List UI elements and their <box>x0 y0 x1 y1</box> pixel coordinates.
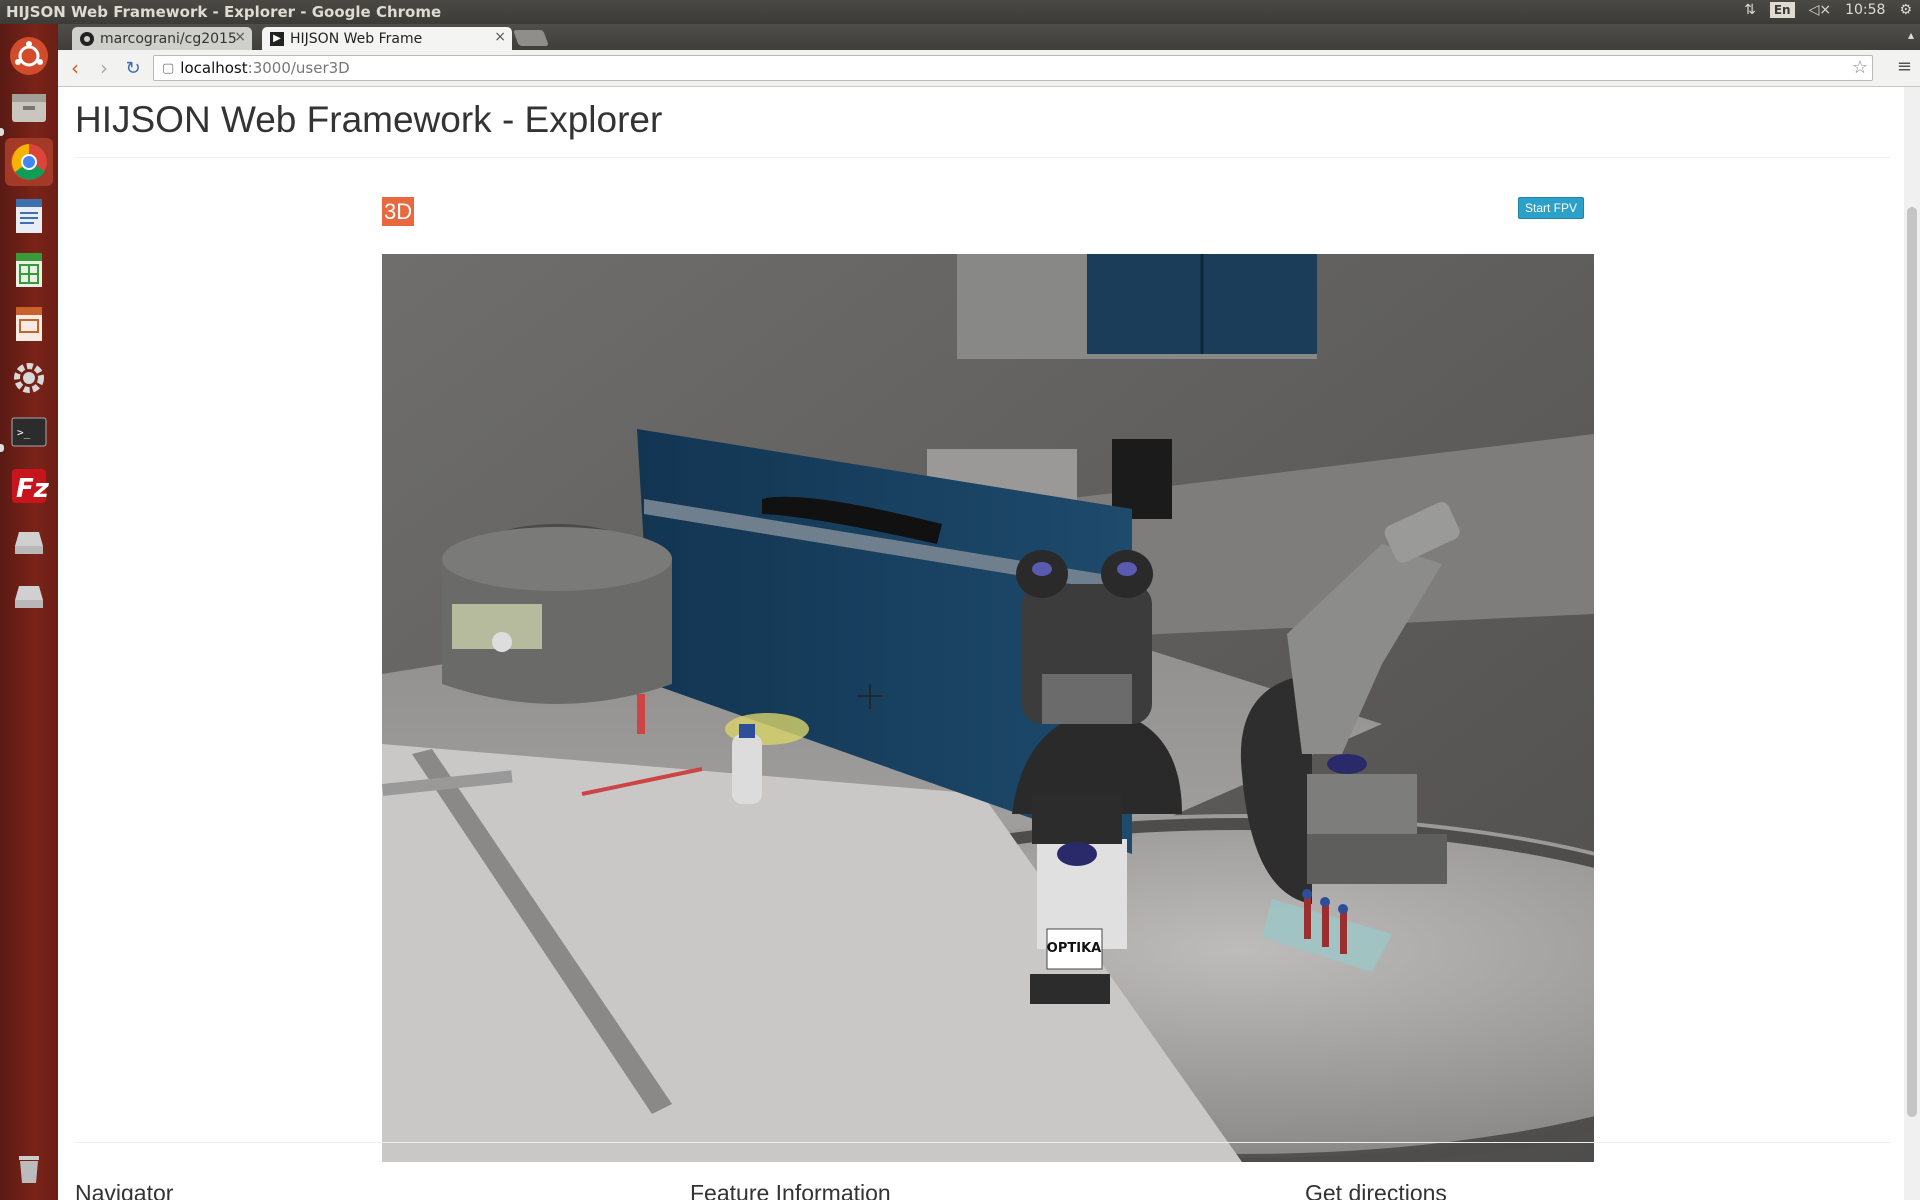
menu-icon[interactable]: ≡ <box>1897 56 1912 77</box>
divider <box>75 157 1891 158</box>
lab-scene-render[interactable]: OPTIKA <box>382 254 1594 1162</box>
drive-icon[interactable] <box>5 516 53 564</box>
launcher: >_ Fz <box>0 24 59 1200</box>
files-icon[interactable] <box>5 84 53 132</box>
gear-icon[interactable]: ⚙ <box>1899 2 1912 18</box>
browser-toolbar: ‹ › ↻ ▢ localhost:3000/user3D ☆ ≡ <box>58 50 1920 87</box>
address-bar[interactable]: ▢ localhost:3000/user3D ☆ <box>153 55 1873 81</box>
svg-text:Fz: Fz <box>16 474 49 504</box>
drive-icon[interactable] <box>5 570 53 618</box>
settings-icon[interactable] <box>5 354 53 402</box>
running-indicator <box>0 444 4 452</box>
close-icon[interactable]: × <box>234 29 246 45</box>
page-favicon-icon: ▶ <box>270 31 284 46</box>
divider <box>75 1142 1891 1143</box>
page-icon: ▢ <box>162 60 175 76</box>
page-title: HIJSON Web Framework - Explorer <box>75 99 663 140</box>
tab-strip: marcograni/cg2015 × ▶ HIJSON Web Frame ×… <box>58 24 1920 50</box>
volume-muted-icon[interactable]: ◁× <box>1809 2 1832 18</box>
impress-icon[interactable] <box>5 300 53 348</box>
ubuntu-dash-icon[interactable] <box>5 32 53 80</box>
tab-label: HIJSON Web Frame <box>290 30 423 47</box>
svg-text:>_: >_ <box>17 426 31 439</box>
window-restore-icon[interactable]: ▴ <box>1908 28 1914 42</box>
start-fpv-button[interactable]: Start FPV <box>1518 197 1585 219</box>
terminal-icon[interactable]: >_ <box>5 408 53 456</box>
forward-icon[interactable]: › <box>92 56 116 80</box>
bookmark-star-icon[interactable]: ☆ <box>1852 57 1868 78</box>
3d-viewport[interactable]: OPTIKA <box>382 254 1594 1162</box>
window-title: HIJSON Web Framework - Explorer - Google… <box>6 3 442 21</box>
scrollbar-thumb[interactable] <box>1907 207 1917 1117</box>
filezilla-icon[interactable]: Fz <box>5 462 53 510</box>
tab-github[interactable]: marcograni/cg2015 × <box>72 27 252 50</box>
view-mode-badge: 3D <box>382 197 415 226</box>
calc-icon[interactable] <box>5 246 53 294</box>
chrome-icon[interactable] <box>5 138 53 186</box>
new-tab-button[interactable] <box>513 30 549 46</box>
reload-icon[interactable]: ↻ <box>121 56 145 80</box>
clock[interactable]: 10:58 <box>1845 2 1885 18</box>
trash-icon[interactable] <box>5 1144 53 1192</box>
page-scrollbar[interactable] <box>1904 87 1920 1200</box>
section-feature-information-heading: Feature Information <box>690 1180 891 1200</box>
keyboard-layout-indicator[interactable]: En <box>1769 2 1795 18</box>
page-content: HIJSON Web Framework - Explorer 3D Start… <box>58 87 1904 1200</box>
github-icon <box>80 31 94 46</box>
url-path: :3000/user3D <box>247 59 350 77</box>
tab-label: marcograni/cg2015 <box>100 30 237 47</box>
section-navigator-heading: Navigator <box>75 1180 174 1200</box>
writer-icon[interactable] <box>5 192 53 240</box>
url-host: localhost <box>180 59 248 77</box>
running-indicator <box>0 128 4 136</box>
network-icon[interactable]: ⇅ <box>1744 2 1756 18</box>
section-get-directions-heading: Get directions <box>1305 1180 1447 1200</box>
close-icon[interactable]: × <box>494 29 506 45</box>
back-icon[interactable]: ‹ <box>63 56 87 80</box>
scene-brand-label: OPTIKA <box>1047 941 1101 956</box>
tab-hijson[interactable]: ▶ HIJSON Web Frame × <box>262 27 512 50</box>
panel-indicators: ⇅ En ◁× 10:58 ⚙ <box>1744 2 1912 18</box>
system-top-panel: HIJSON Web Framework - Explorer - Google… <box>0 0 1920 24</box>
